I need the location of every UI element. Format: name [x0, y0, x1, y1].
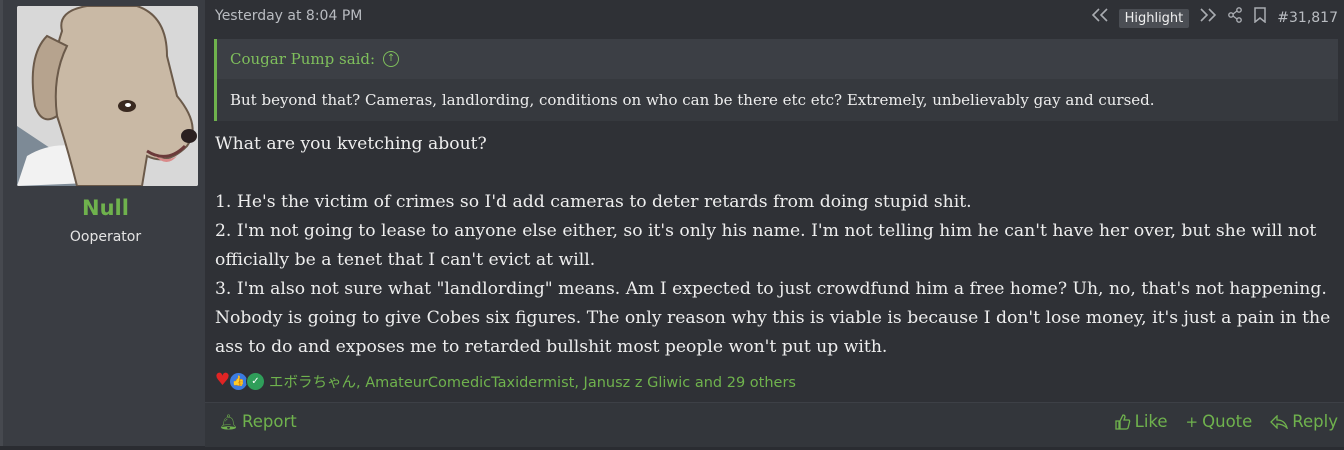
quote-button[interactable]: + Quote — [1186, 412, 1253, 431]
highlight-button[interactable]: Highlight — [1118, 8, 1190, 28]
jump-to-quote-icon[interactable]: ↑ — [383, 51, 400, 67]
post-body: What are you kvetching about? 1. He's th… — [215, 130, 1335, 362]
quote-block: Cougar Pump said: ↑ But beyond that? Cam… — [214, 39, 1338, 121]
body-item-2: 2. I'm not going to lease to anyone else… — [215, 221, 1317, 270]
rewind-icon[interactable] — [1091, 8, 1109, 28]
username[interactable]: Null — [3, 196, 208, 220]
post-timestamp[interactable]: Yesterday at 8:04 PM — [215, 8, 362, 24]
post-footer: 🔔︎ Report Like + Quote Reply — [205, 402, 1344, 447]
quote-author[interactable]: Cougar Pump said: — [230, 50, 375, 68]
dog-avatar-image — [17, 6, 198, 186]
reactions-list[interactable]: エボラちゃん, AmateurComedicTaxidermist, Janus… — [269, 371, 796, 392]
like-button[interactable]: Like — [1114, 412, 1168, 431]
fast-forward-icon[interactable] — [1199, 8, 1217, 28]
like-label: Like — [1134, 412, 1168, 431]
body-item-1: 1. He's the victim of crimes so I'd add … — [215, 192, 972, 212]
avatar[interactable] — [17, 6, 198, 186]
quote-label: Quote — [1202, 412, 1253, 431]
body-item-3: 3. I'm also not sure what "landlording" … — [215, 279, 1331, 357]
check-icon: ✓ — [246, 371, 265, 391]
post-number[interactable]: #31,817 — [1277, 10, 1338, 26]
footer-actions: Like + Quote Reply — [1114, 412, 1338, 431]
reactions-bar[interactable]: ♥ 👍 ✓ エボラちゃん, AmateurComedicTaxidermist,… — [214, 369, 796, 393]
body-line: What are you kvetching about? — [215, 134, 487, 154]
reply-label: Reply — [1292, 412, 1338, 431]
quote-text: But beyond that? Cameras, landlording, c… — [230, 91, 1155, 109]
quote-header[interactable]: Cougar Pump said: ↑ — [217, 39, 1338, 79]
bookmark-icon[interactable] — [1253, 7, 1267, 29]
user-title: Ooperator — [69, 229, 142, 245]
reply-arrow-icon — [1270, 414, 1289, 429]
share-icon[interactable] — [1227, 7, 1243, 29]
post-container: Null Ooperator Yesterday at 8:04 PM High… — [0, 0, 1344, 447]
bell-icon: 🔔︎ — [219, 413, 239, 431]
reply-button[interactable]: Reply — [1270, 412, 1338, 431]
plus-icon: + — [1185, 412, 1199, 431]
user-pane: Null Ooperator — [0, 0, 205, 446]
reaction-icons: ♥ 👍 ✓ — [214, 370, 265, 391]
post-main: Yesterday at 8:04 PM Highlight #31,817 C… — [205, 0, 1344, 447]
post-header-actions: Highlight #31,817 — [1091, 7, 1338, 29]
report-label: Report — [242, 412, 297, 431]
thumbs-up-icon — [1114, 413, 1131, 430]
report-button[interactable]: 🔔︎ Report — [219, 412, 297, 431]
post-header: Yesterday at 8:04 PM Highlight #31,817 — [215, 7, 1344, 29]
